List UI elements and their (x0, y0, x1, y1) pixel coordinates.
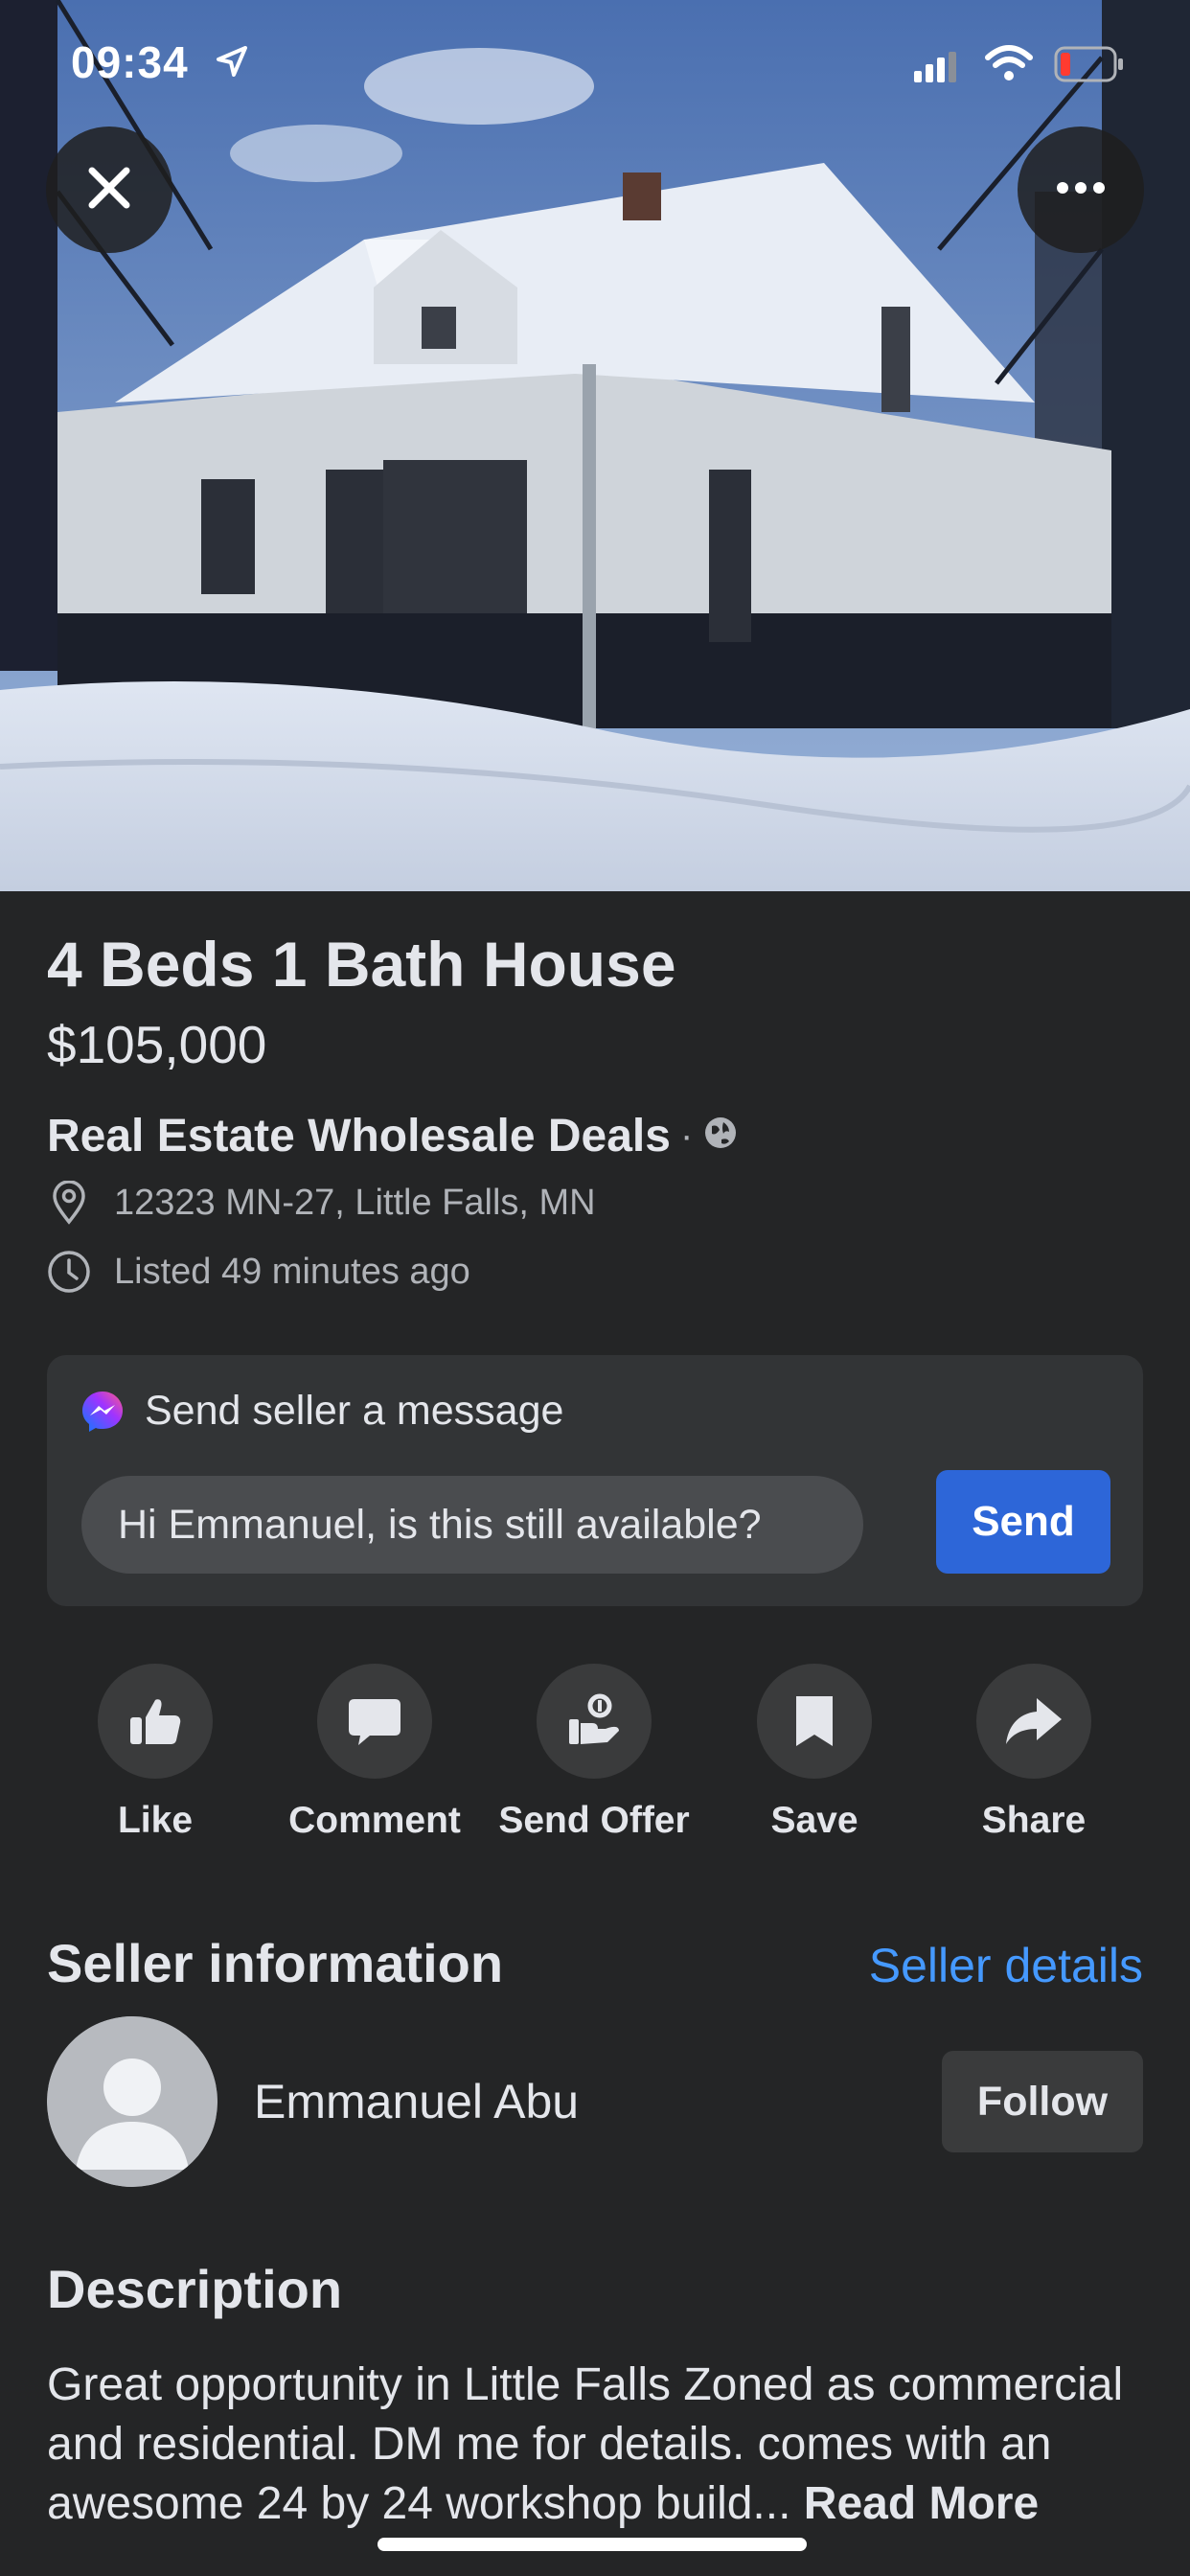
send-offer-label: Send Offer (498, 1800, 690, 1841)
clock-icon (47, 1250, 91, 1294)
seller-information-heading: Seller information (47, 1933, 504, 1993)
listed-time-text: Listed 49 minutes ago (114, 1251, 470, 1292)
share-arrow-icon[interactable] (976, 1664, 1091, 1779)
share-label: Share (981, 1800, 1087, 1841)
listed-time-row: Listed 49 minutes ago (47, 1250, 470, 1294)
description-text-block: Great opportunity in Little Falls Zoned … (47, 2356, 1149, 2534)
save-label: Save (770, 1800, 858, 1841)
description-heading: Description (47, 2259, 343, 2319)
cellular-signal-icon (914, 52, 956, 87)
bookmark-icon[interactable] (757, 1664, 872, 1779)
save-action[interactable]: Save (709, 1664, 920, 1842)
send-offer-action[interactable]: Send Offer (489, 1664, 699, 1842)
listing-photo[interactable] (0, 0, 1190, 891)
thumbs-up-icon[interactable] (98, 1664, 213, 1779)
ellipsis-icon (1056, 181, 1106, 199)
comment-label: Comment (288, 1800, 461, 1841)
send-button[interactable]: Send (936, 1470, 1110, 1574)
listing-title: 4 Beds 1 Bath House (47, 929, 676, 1000)
status-bar: 09:34 (0, 0, 1190, 125)
location-pin-icon (47, 1181, 91, 1225)
seller-name[interactable]: Emmanuel Abu (254, 2074, 579, 2129)
action-bar: Like Comment Send Offer Save Share (0, 1664, 1190, 1855)
battery-icon (1054, 46, 1125, 87)
home-indicator[interactable] (378, 2538, 807, 2551)
group-name[interactable]: Real Estate Wholesale Deals (47, 1110, 671, 1162)
comment-icon[interactable] (317, 1664, 432, 1779)
close-button[interactable] (46, 126, 172, 253)
follow-button[interactable]: Follow (942, 2051, 1143, 2152)
group-name-row[interactable]: Real Estate Wholesale Deals · (47, 1110, 739, 1162)
seller-details-link[interactable]: Seller details (869, 1938, 1143, 1993)
like-action[interactable]: Like (50, 1664, 261, 1842)
listing-price: $105,000 (47, 1015, 267, 1074)
message-header: Send seller a message (80, 1388, 563, 1435)
seller-avatar[interactable] (47, 2016, 217, 2187)
read-more-link[interactable]: Read More (804, 2478, 1039, 2529)
like-label: Like (117, 1800, 194, 1841)
location-text: 12323 MN-27, Little Falls, MN (114, 1182, 596, 1223)
location-row: 12323 MN-27, Little Falls, MN (47, 1181, 596, 1225)
message-seller-card: Send seller a message Hi Emmanuel, is th… (47, 1355, 1143, 1606)
status-time: 09:34 (71, 37, 189, 87)
close-icon (84, 163, 134, 218)
comment-action[interactable]: Comment (269, 1664, 480, 1842)
globe-icon (702, 1110, 739, 1162)
offer-hand-icon[interactable] (537, 1664, 652, 1779)
location-arrow-icon (215, 44, 249, 83)
wifi-icon (985, 44, 1033, 87)
messenger-icon (80, 1389, 126, 1435)
share-action[interactable]: Share (928, 1664, 1139, 1842)
message-header-text: Send seller a message (145, 1388, 564, 1434)
separator-dot: · (679, 1115, 694, 1157)
more-options-button[interactable] (1018, 126, 1144, 253)
message-input[interactable]: Hi Emmanuel, is this still available? (81, 1476, 863, 1574)
